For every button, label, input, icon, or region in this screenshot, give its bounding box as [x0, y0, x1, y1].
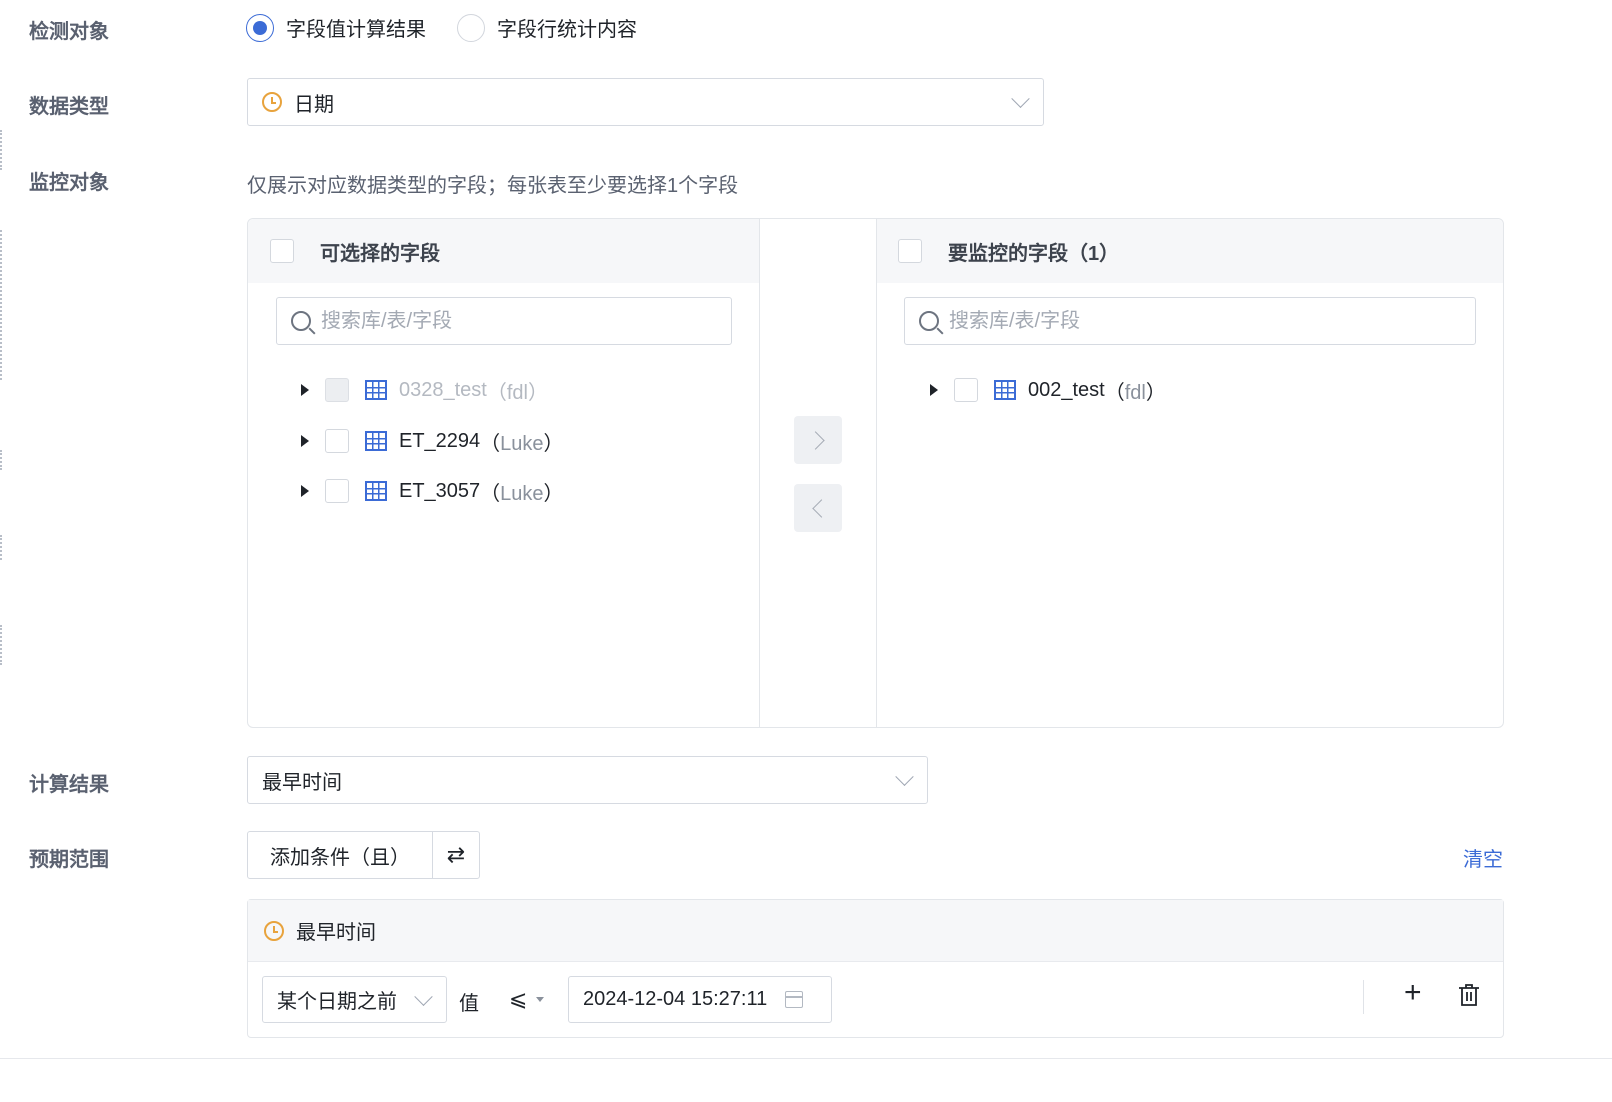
radio-field-value-result[interactable]: 字段值计算结果 [246, 13, 426, 42]
add-condition-button[interactable]: 添加条件（且） [248, 832, 433, 878]
condition-card: 最早时间 某个日期之前 值 ⩽ 2024-12-04 15:27:11 + [247, 899, 1504, 1038]
item-checkbox[interactable] [325, 429, 349, 453]
calc-result-value: 最早时间 [262, 771, 342, 794]
available-search-input[interactable] [321, 309, 731, 333]
calc-result-label: 计算结果 [29, 774, 109, 796]
add-row-button[interactable]: + [1404, 978, 1422, 1008]
condition-title: 最早时间 [296, 922, 376, 944]
value-label: 值 [459, 993, 479, 1015]
left-edge-dots [0, 230, 3, 380]
chevron-down-icon [414, 987, 433, 1006]
condition-button-group: 添加条件（且） ⇄ [247, 831, 480, 879]
data-type-label: 数据类型 [29, 96, 109, 118]
table-icon [365, 481, 387, 501]
transfer-box: 可选择的字段 0328_test （fdl） ET_2294 （Luke） ET… [247, 218, 1504, 728]
search-icon [919, 311, 939, 331]
table-name: ET_3057 [399, 479, 481, 502]
move-left-button[interactable] [794, 484, 842, 532]
move-right-button[interactable] [794, 416, 842, 464]
chevron-right-icon [805, 430, 825, 450]
data-type-value: 日期 [294, 93, 334, 116]
tree-item-0328-test[interactable]: 0328_test （fdl） [301, 375, 548, 405]
radio-label: 字段值计算结果 [286, 19, 426, 41]
tree-item-002-test[interactable]: 002_test （fdl） [930, 375, 1166, 405]
search-icon [291, 311, 311, 331]
calendar-icon [785, 991, 803, 1008]
selected-search [904, 297, 1476, 345]
data-type-select[interactable]: 日期 [247, 78, 1044, 126]
radio-label: 字段行统计内容 [497, 19, 637, 41]
chevron-left-icon [811, 498, 831, 518]
radio-field-row-stats[interactable]: 字段行统计内容 [457, 13, 637, 42]
expand-caret-icon[interactable] [301, 485, 309, 497]
item-checkbox-disabled [325, 378, 349, 402]
select-all-available-checkbox[interactable] [270, 239, 294, 263]
table-owner: （fdl） [1104, 381, 1166, 404]
date-value: 2024-12-04 15:27:11 [583, 988, 768, 1010]
left-edge-dots [0, 130, 3, 170]
date-picker[interactable]: 2024-12-04 15:27:11 [568, 976, 832, 1023]
operator-select[interactable]: ⩽ [509, 986, 545, 1012]
available-fields-panel: 可选择的字段 0328_test （fdl） ET_2294 （Luke） ET… [248, 219, 760, 727]
expected-range-label: 预期范围 [29, 849, 109, 871]
table-name: 0328_test [399, 378, 487, 401]
expand-caret-icon[interactable] [301, 435, 309, 447]
monitor-hint: 仅展示对应数据类型的字段；每张表至少要选择1个字段 [247, 175, 739, 197]
table-owner: （Luke） [480, 482, 564, 505]
swap-logic-button[interactable]: ⇄ [433, 832, 479, 878]
left-edge-dots [0, 450, 3, 470]
table-name: 002_test [1028, 378, 1105, 401]
trash-icon[interactable] [1458, 983, 1480, 1007]
caret-down-icon [536, 996, 545, 1002]
operator-value: ⩽ [509, 986, 528, 1011]
expand-caret-icon[interactable] [301, 384, 309, 396]
radio-checked-icon [246, 13, 274, 42]
condition-type-value: 某个日期之前 [277, 991, 397, 1013]
table-owner: （fdl） [486, 381, 548, 404]
condition-header: 最早时间 [248, 900, 1503, 962]
left-edge-dots [0, 625, 3, 665]
calc-result-select[interactable]: 最早时间 [247, 756, 928, 804]
table-icon [365, 380, 387, 400]
table-name: ET_2294 [399, 429, 481, 452]
monitor-target-label: 监控对象 [29, 172, 109, 194]
condition-type-select[interactable]: 某个日期之前 [262, 976, 447, 1023]
clock-icon [262, 92, 282, 112]
select-all-selected-checkbox[interactable] [898, 239, 922, 263]
clock-icon [264, 920, 284, 941]
divider [1363, 980, 1364, 1014]
chevron-down-icon [1011, 89, 1030, 108]
table-owner: （Luke） [480, 432, 564, 455]
expand-caret-icon[interactable] [930, 384, 938, 396]
bottom-divider [0, 1058, 1612, 1059]
tree-item-et-2294[interactable]: ET_2294 （Luke） [301, 426, 564, 456]
radio-unchecked-icon [457, 13, 485, 42]
item-checkbox[interactable] [954, 378, 978, 402]
table-icon [994, 380, 1016, 400]
selected-fields-panel: 要监控的字段（1） 002_test （fdl） [876, 219, 1503, 727]
table-icon [365, 431, 387, 451]
chevron-down-icon [895, 767, 914, 786]
available-fields-header: 可选择的字段 [248, 219, 759, 283]
selected-search-input[interactable] [949, 309, 1475, 333]
selected-fields-title: 要监控的字段（1） [948, 242, 1120, 265]
selected-fields-header: 要监控的字段（1） [877, 219, 1503, 283]
item-checkbox[interactable] [325, 479, 349, 503]
tree-item-et-3057[interactable]: ET_3057 （Luke） [301, 476, 564, 506]
detect-target-label: 检测对象 [29, 21, 109, 43]
available-fields-title: 可选择的字段 [320, 242, 440, 265]
clear-link[interactable]: 清空 [1463, 843, 1503, 872]
available-search [276, 297, 732, 345]
left-edge-dots [0, 535, 3, 560]
